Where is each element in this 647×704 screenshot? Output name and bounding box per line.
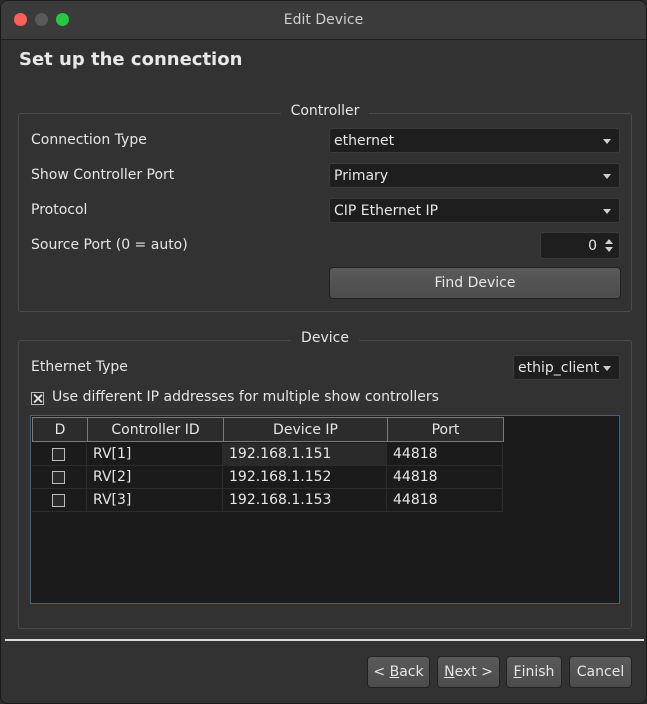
spin-down-icon[interactable] [605,247,613,252]
title-bar: Edit Device [1,1,646,40]
protocol-select[interactable]: CIP Ethernet IP [329,198,620,223]
device-ip-cell[interactable]: 192.168.1.152 [223,466,387,489]
device-ip-cell[interactable]: 192.168.1.151 [223,443,387,466]
source-port-spinbox[interactable]: 0 [540,232,620,259]
row-d-checkbox[interactable] [52,447,65,461]
device-table: D Controller ID Device IP Port RV[1] 192… [30,415,620,604]
next-button[interactable]: Next > [437,656,500,688]
column-header-d[interactable]: D [32,417,88,442]
port-cell[interactable]: 44818 [387,489,503,512]
back-prefix: < [373,664,390,680]
chevron-down-icon [603,366,611,371]
connection-type-select[interactable]: ethernet [329,128,620,153]
port-cell[interactable]: 44818 [387,466,503,489]
controller-id-cell[interactable]: RV[3] [87,489,223,512]
show-controller-port-label: Show Controller Port [31,167,175,183]
page-title: Set up the connection [19,49,243,70]
chevron-down-icon [603,209,611,214]
footer-separator [5,639,644,641]
device-group-title: Device [291,330,359,346]
ethernet-type-select[interactable]: ethip_client [513,355,620,380]
chevron-down-icon [603,174,611,179]
source-port-label: Source Port (0 = auto) [31,237,188,253]
show-controller-port-select[interactable]: Primary [329,163,620,188]
cancel-button[interactable]: Cancel [569,656,632,688]
show-controller-port-value: Primary [334,167,389,184]
next-mnemonic: N [444,664,455,680]
chevron-down-icon [603,139,611,144]
column-header-device-ip[interactable]: Device IP [223,417,388,442]
next-rest: ext > [454,664,493,680]
finish-button[interactable]: Finish [506,656,562,688]
d-cell[interactable] [32,443,87,466]
ethernet-type-value: ethip_client [518,359,600,376]
multi-ip-label: Use different IP addresses for multiple … [52,389,439,405]
connection-type-value: ethernet [334,132,395,149]
controller-id-cell[interactable]: RV[1] [87,443,223,466]
close-window-button[interactable] [14,13,27,26]
spin-up-icon[interactable] [605,239,613,244]
window-controls [14,13,69,26]
find-device-button[interactable]: Find Device [329,267,621,299]
row-d-checkbox[interactable] [52,493,65,507]
finish-mnemonic: F [513,664,522,680]
column-header-controller-id[interactable]: Controller ID [87,417,224,442]
device-ip-cell[interactable]: 192.168.1.153 [223,489,387,512]
connection-type-label: Connection Type [31,132,147,148]
back-rest: ack [399,664,424,680]
window-title: Edit Device [283,12,364,28]
back-mnemonic: B [389,664,400,680]
protocol-value: CIP Ethernet IP [334,202,439,219]
ethernet-type-label: Ethernet Type [31,359,128,375]
d-cell[interactable] [32,466,87,489]
source-port-value: 0 [588,237,597,254]
d-cell[interactable] [32,489,87,512]
protocol-label: Protocol [31,202,88,218]
maximize-window-button[interactable] [56,13,69,26]
edit-device-window: Edit Device Set up the connection Contro… [0,0,647,704]
finish-rest: inish [521,664,555,680]
multi-ip-checkbox[interactable] [31,392,44,405]
port-cell[interactable]: 44818 [387,443,503,466]
column-header-port[interactable]: Port [387,417,504,442]
controller-group-title: Controller [280,103,370,119]
back-button[interactable]: < Back [367,656,430,688]
row-d-checkbox[interactable] [52,470,65,484]
controller-id-cell[interactable]: RV[2] [87,466,223,489]
minimize-window-button[interactable] [35,13,48,26]
